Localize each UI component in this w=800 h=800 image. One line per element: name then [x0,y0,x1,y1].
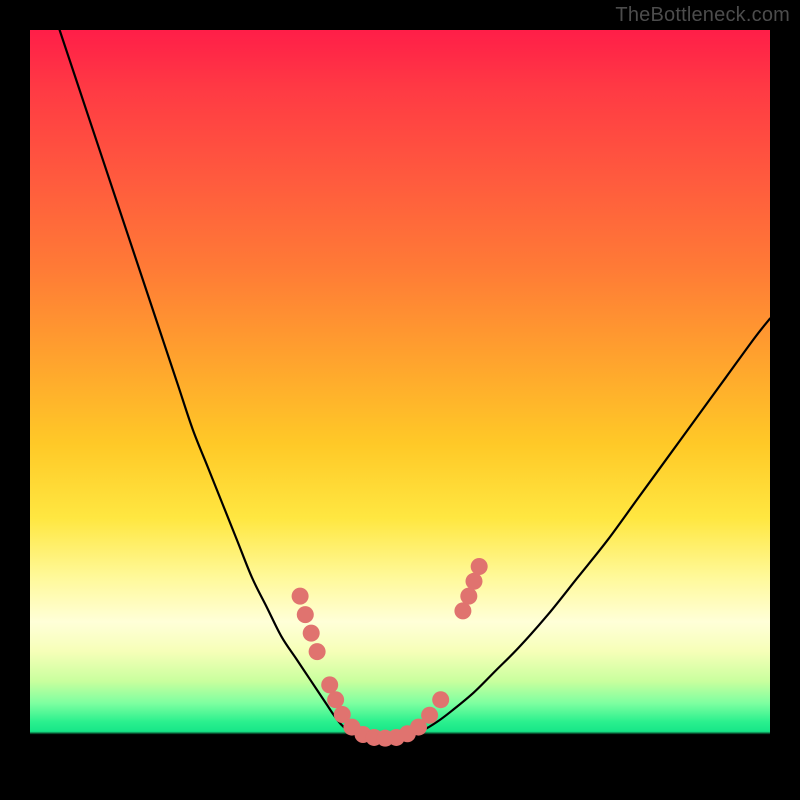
curve-marker [421,707,438,724]
curve-marker [321,676,338,693]
curve-marker [303,625,320,642]
plot-area [30,30,770,770]
curve-marker [297,606,314,623]
bottleneck-curve [60,30,770,739]
watermark-text: TheBottleneck.com [615,4,790,27]
curve-markers [292,558,488,747]
curve-marker [327,691,344,708]
curve-marker [466,573,483,590]
chart-stage: TheBottleneck.com [0,0,800,800]
curve-marker [460,588,477,605]
curve-marker [309,643,326,660]
curve-layer [30,30,770,770]
curve-marker [292,588,309,605]
curve-marker [432,691,449,708]
curve-marker [454,602,471,619]
curve-marker [471,558,488,575]
